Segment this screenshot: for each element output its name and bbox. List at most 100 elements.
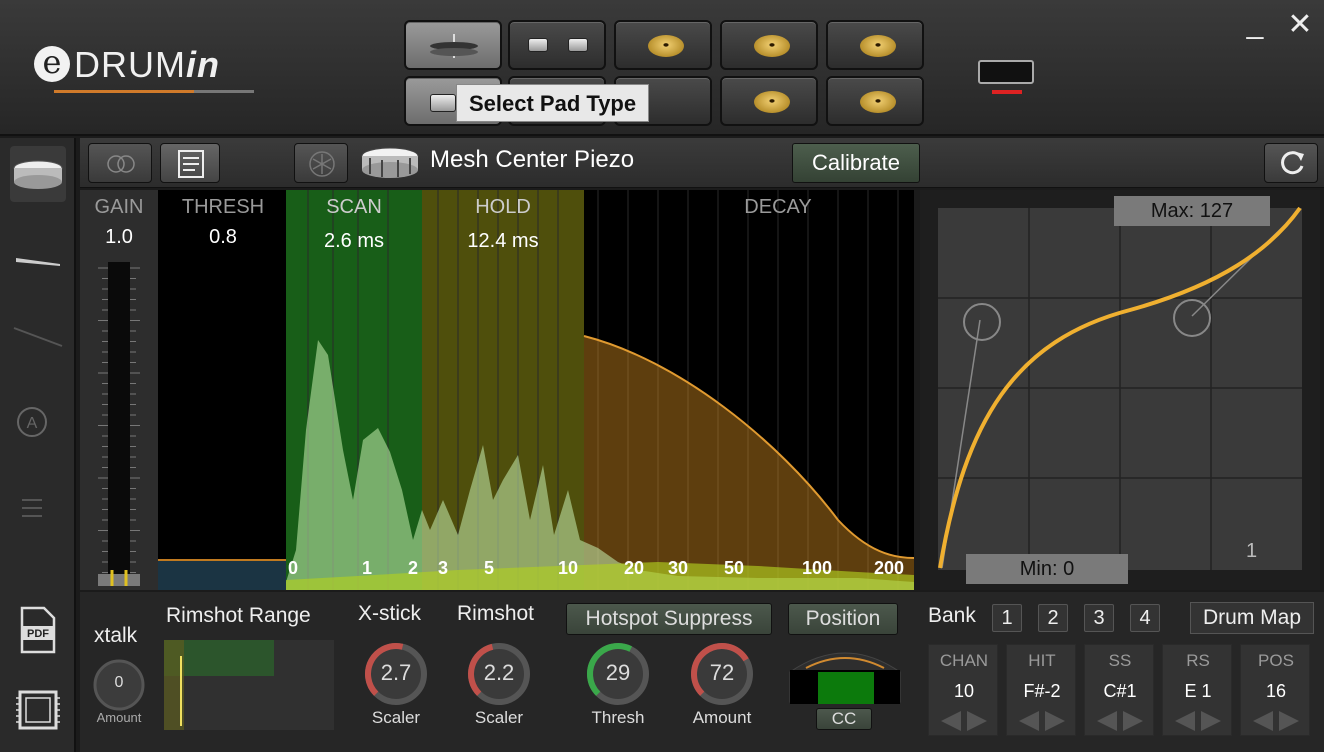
pad-type-cymbal-6[interactable] [826, 76, 924, 126]
value-stepper-arrows[interactable] [1241, 709, 1311, 733]
knob-4[interactable]: 72 [686, 638, 758, 710]
hold-value[interactable]: 12.4 ms [422, 230, 584, 253]
pad-type-cymbal-1[interactable] [614, 20, 712, 70]
knob-value: 72 [709, 660, 735, 685]
svg-text:PDF: PDF [27, 628, 49, 640]
rimshot-range-label: Rimshot Range [166, 604, 311, 627]
time-axis-tick: 5 [484, 558, 495, 578]
xtalk-amount-label: Amount [96, 710, 142, 725]
value-stepper-arrows[interactable] [929, 709, 999, 733]
cc-button[interactable]: CC [816, 708, 872, 730]
link-button[interactable] [88, 143, 152, 183]
pdf-icon: PDF [20, 606, 56, 654]
knob-1[interactable]: 2.7 [360, 638, 432, 710]
min-velocity-label[interactable]: Min: 0 [966, 554, 1128, 584]
pad-type-tooltip: Select Pad Type [456, 84, 650, 122]
drum-map-header: CHAN [939, 651, 989, 670]
xtalk-label: xtalk [94, 624, 138, 647]
logo-wordmark: DRUMin [74, 44, 220, 85]
gain-slider[interactable] [80, 258, 158, 588]
bank-button-3[interactable]: 3 [1084, 604, 1114, 632]
time-axis-tick: 1 [362, 558, 373, 578]
brand-button[interactable] [294, 143, 348, 183]
drum-map-value: 10 [953, 681, 975, 701]
hihat-icon [430, 34, 478, 58]
drum-map-value: E 1 [1184, 681, 1212, 701]
drum-map-column-ss[interactable]: SS C#1 [1084, 644, 1154, 736]
scan-time-graph[interactable]: THRESH 0.8 SCAN 2.6 ms HOLD 12.4 ms DECA… [158, 190, 914, 590]
drum-name-label[interactable]: Mesh Center Piezo [430, 146, 634, 174]
time-axis-tick: 0 [288, 558, 299, 578]
time-axis-tick: 2 [408, 558, 419, 578]
drum-map-button[interactable]: Drum Map [1190, 602, 1314, 634]
bank-button-4[interactable]: 4 [1130, 604, 1160, 632]
chip-icon [16, 690, 60, 730]
drum-map-column-chan[interactable]: CHAN 10 [928, 644, 998, 736]
snare-icon [430, 94, 456, 112]
brand-star-icon [309, 151, 335, 177]
svg-text:A: A [27, 415, 38, 432]
pad-type-cymbal-3[interactable] [826, 20, 924, 70]
thresh-value[interactable]: 0.8 [164, 226, 282, 249]
gain-label: GAIN [94, 196, 144, 218]
knob-value: 29 [605, 660, 631, 685]
sidebar-item-slope[interactable] [10, 306, 66, 362]
value-stepper-arrows[interactable] [1085, 709, 1155, 733]
thresh-label: THRESH [181, 196, 265, 218]
close-button[interactable]: ✕ [1284, 10, 1316, 42]
hotspot-suppress-button[interactable]: Hotspot Suppress [566, 603, 772, 635]
cymbal-icon [860, 91, 896, 113]
calibrate-button[interactable]: Calibrate [792, 143, 920, 183]
bank-button-2[interactable]: 2 [1038, 604, 1068, 632]
logo-underline [54, 90, 254, 93]
drum-map-column-hit[interactable]: HIT F#-2 [1006, 644, 1076, 736]
rimshot-range-slider[interactable] [164, 640, 334, 730]
cymbal-icon [648, 35, 684, 57]
gain-slider-thumb[interactable] [98, 574, 140, 586]
app-logo: e DRUMin [34, 40, 264, 100]
minimize-button[interactable]: _ [1240, 9, 1270, 44]
sidebar-item-auto[interactable]: A [10, 386, 66, 442]
pad-toolbar [80, 138, 1324, 188]
cymbal-icon [754, 91, 790, 113]
value-stepper-arrows[interactable] [1007, 709, 1077, 733]
decay-label: DECAY [744, 196, 812, 218]
bank-button-1[interactable]: 1 [992, 604, 1022, 632]
sidebar-item-drum[interactable] [10, 146, 66, 202]
scan-value[interactable]: 2.6 ms [286, 230, 422, 253]
drum-map-header: POS [1258, 651, 1294, 670]
pad-type-cymbal-2[interactable] [720, 20, 818, 70]
knob-3[interactable]: 29 [582, 638, 654, 710]
pedal-icon [16, 258, 60, 266]
position-button[interactable]: Position [788, 603, 898, 635]
velocity-curve-panel[interactable]: Max: 127 Min: 0 1 [920, 190, 1320, 590]
position-meter[interactable] [786, 642, 904, 706]
drum-map-column-pos[interactable]: POS 16 [1240, 644, 1310, 736]
knob-2[interactable]: 2.2 [463, 638, 535, 710]
sidebar-item-list[interactable] [10, 466, 66, 522]
drum-icon [13, 160, 63, 189]
knob-label: Thresh [591, 708, 645, 727]
midi-port-icon[interactable] [978, 60, 1034, 94]
xtalk-value: 0 [114, 674, 124, 691]
drum-map-column-rs[interactable]: RS E 1 [1162, 644, 1232, 736]
value-stepper-arrows[interactable] [1163, 709, 1233, 733]
pad-type-hihat-pedal[interactable] [404, 20, 502, 70]
chip-button[interactable] [10, 682, 66, 738]
curve-corner-value: 1 [1246, 540, 1258, 562]
drum-map-value: C#1 [1103, 681, 1137, 701]
sidebar-item-pedal[interactable] [10, 226, 66, 282]
max-velocity-label[interactable]: Max: 127 [1114, 196, 1270, 226]
time-axis-tick: 3 [438, 558, 449, 578]
drum-map-value: F#-2 [1023, 681, 1061, 701]
knob-value: 2.2 [483, 660, 515, 685]
refresh-button[interactable] [1264, 143, 1318, 183]
drum-map-header: HIT [1028, 651, 1056, 670]
pdf-button[interactable]: PDF [10, 602, 66, 658]
threshold-noise-bar [158, 560, 286, 590]
pad-type-toms[interactable] [508, 20, 606, 70]
rimshot-label: Rimshot [457, 602, 535, 625]
bank-label: Bank [928, 604, 976, 627]
notes-button[interactable] [160, 143, 220, 183]
pad-type-cymbal-5[interactable] [720, 76, 818, 126]
